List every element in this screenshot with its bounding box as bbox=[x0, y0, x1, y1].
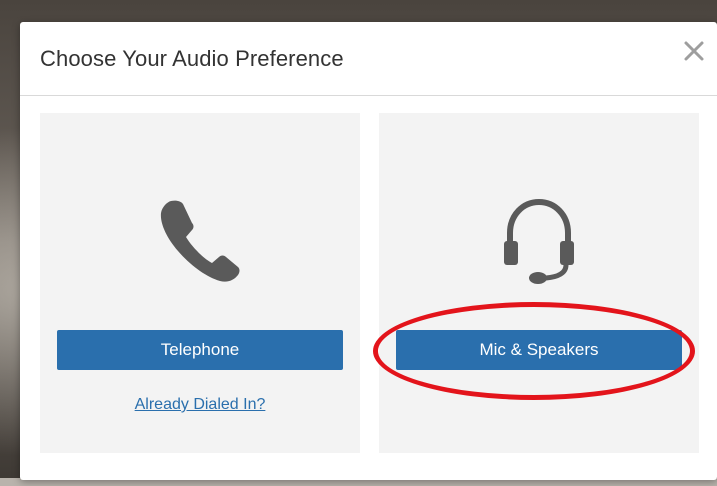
audio-preference-dialog: Choose Your Audio Preference Telephone A… bbox=[20, 22, 717, 480]
phone-icon bbox=[152, 193, 248, 294]
close-icon bbox=[684, 41, 704, 61]
telephone-option-panel: Telephone Already Dialed In? bbox=[40, 113, 360, 453]
already-dialed-in-link[interactable]: Already Dialed In? bbox=[40, 396, 360, 414]
mic-speakers-button[interactable]: Mic & Speakers bbox=[396, 330, 682, 370]
mic-speakers-option-panel: Mic & Speakers bbox=[379, 113, 699, 453]
headset-icon bbox=[494, 193, 584, 294]
telephone-button[interactable]: Telephone bbox=[57, 330, 343, 370]
dialog-header: Choose Your Audio Preference bbox=[20, 22, 717, 96]
dialog-title: Choose Your Audio Preference bbox=[40, 46, 344, 71]
close-button[interactable] bbox=[679, 36, 709, 66]
